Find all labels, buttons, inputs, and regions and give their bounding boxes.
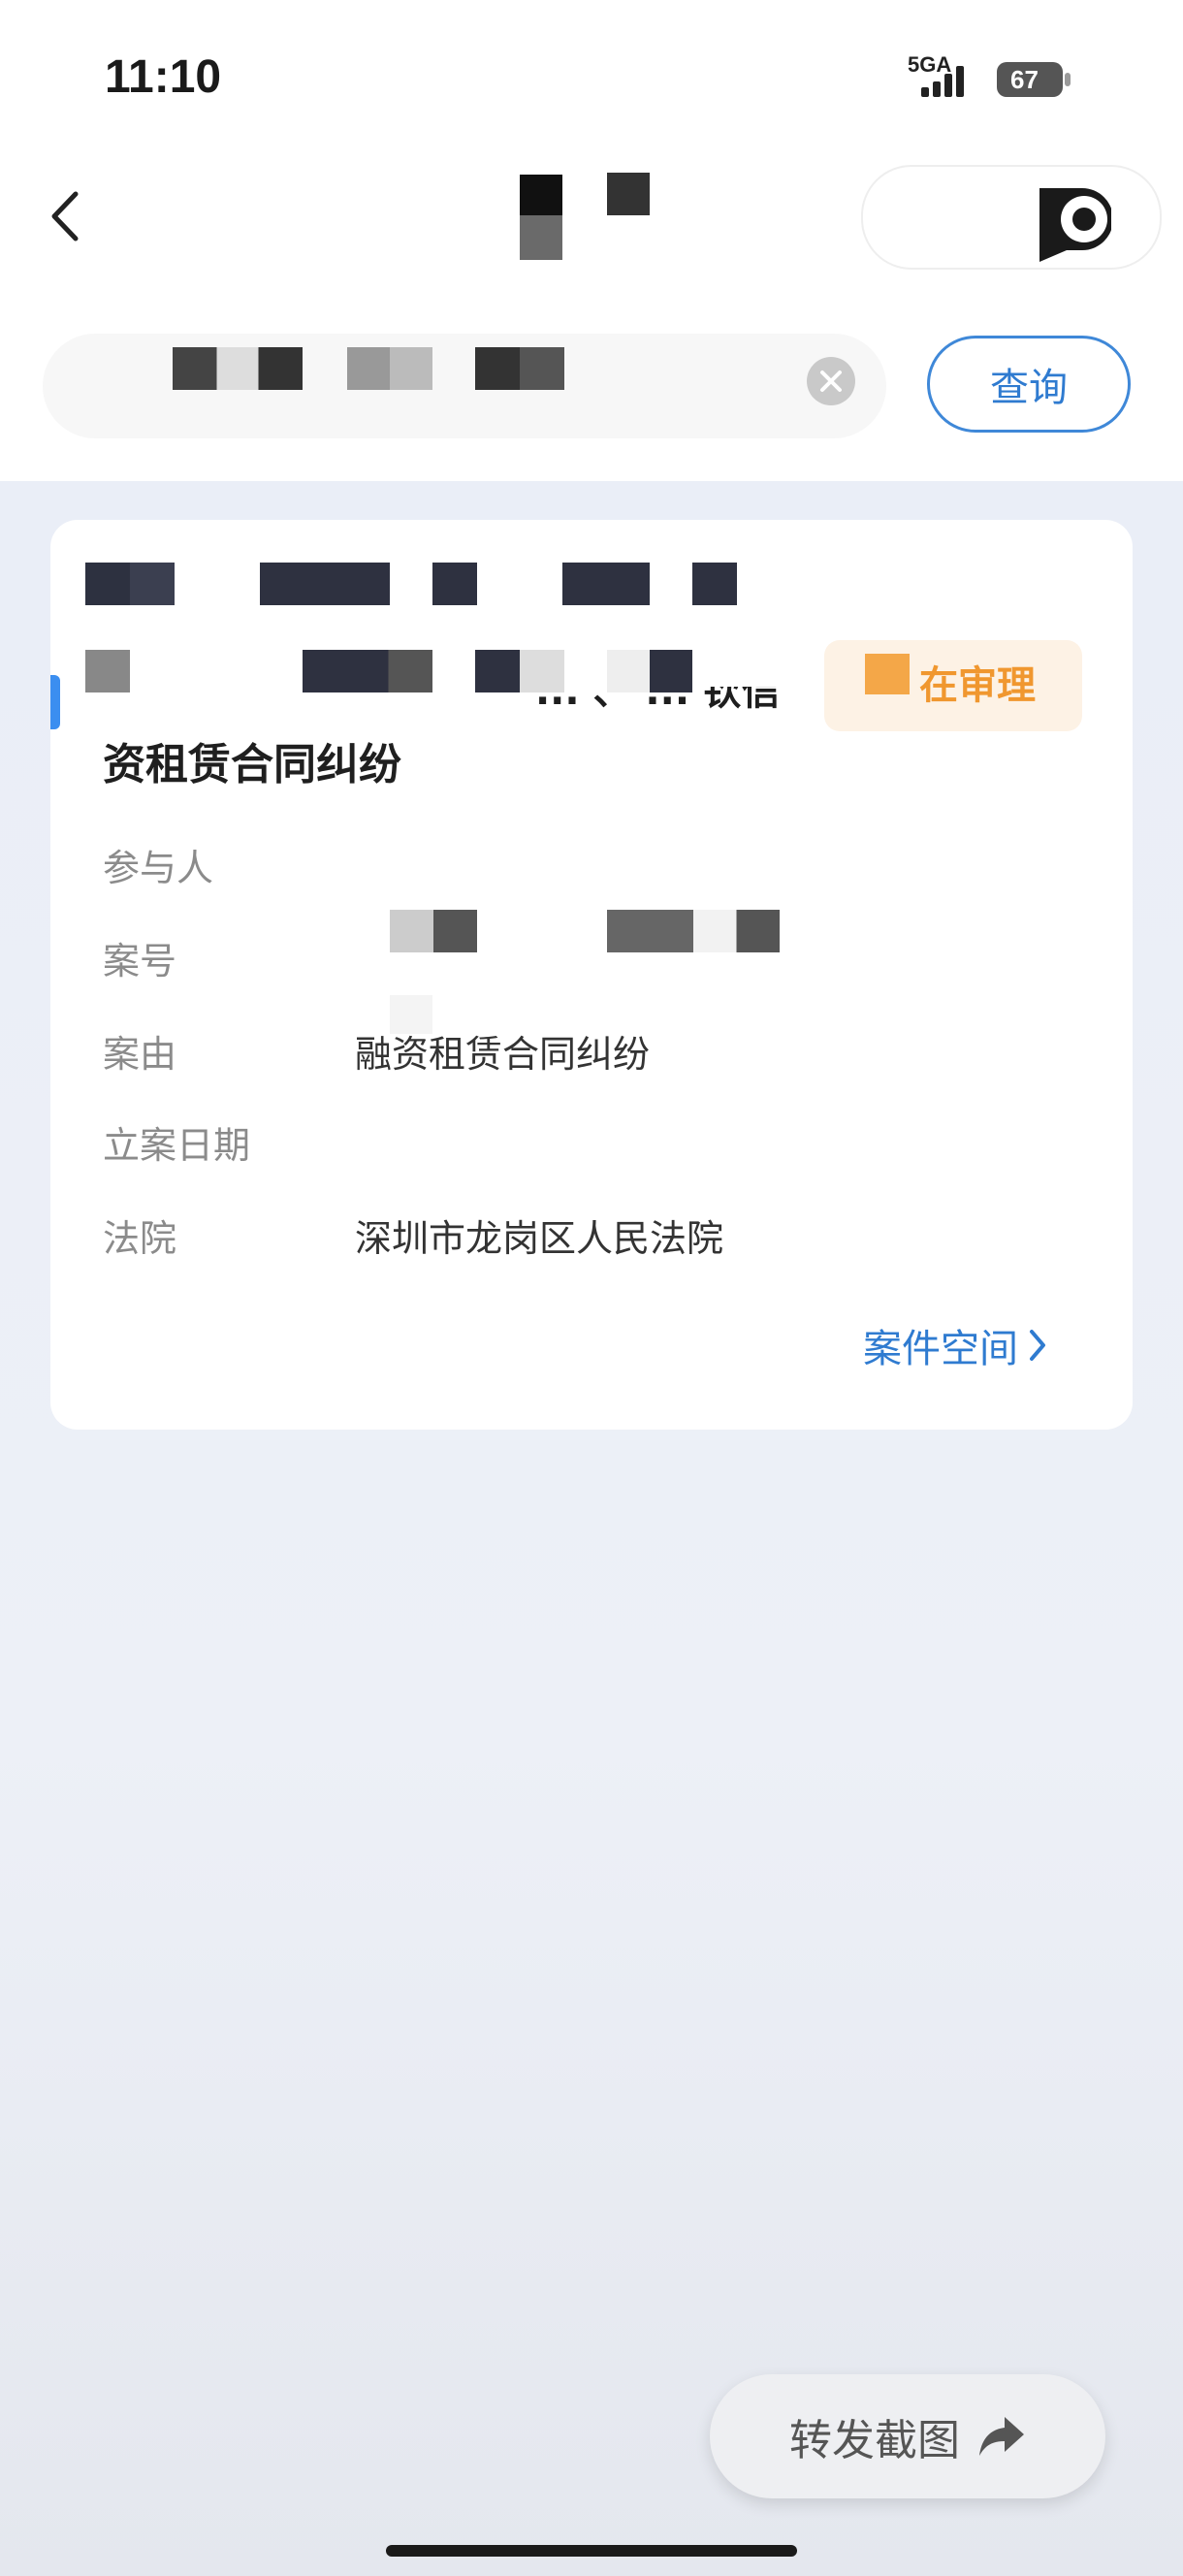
field-label-filing-date: 立案日期 (103, 1124, 251, 1167)
field-value-cause: 融资租赁合同纠纷 (355, 1033, 651, 1076)
title-redacted (520, 175, 562, 217)
field-label-case-number: 案号 (103, 940, 177, 982)
field-label-court: 法院 (103, 1217, 177, 1260)
share-screenshot-button[interactable]: 转发截图 (710, 2374, 1105, 2498)
search-text-redacted-3 (475, 347, 564, 390)
search-text-redacted-2 (347, 347, 432, 390)
logo-icon (1039, 188, 1111, 262)
clear-icon[interactable] (807, 357, 855, 405)
title-redacted-3 (607, 173, 650, 215)
case-space-link[interactable]: 案件空间 (863, 1317, 1049, 1373)
parties-redacted-9 (607, 650, 692, 692)
status-badge-marker (865, 654, 910, 694)
share-label: 转发截图 (789, 2416, 960, 2465)
title-redacted-2 (520, 215, 562, 260)
status-time: 11:10 (105, 51, 222, 103)
status-badge-text: 在审理 (919, 663, 1036, 708)
parties-redacted-7 (303, 650, 432, 692)
signal-icon (921, 66, 964, 97)
forward-arrow-icon (979, 2417, 1024, 2456)
case-space-label: 案件空间 (863, 1327, 1018, 1371)
case-number-redacted (390, 910, 477, 952)
parties-redacted-3 (432, 563, 477, 605)
field-label-participants: 参与人 (103, 847, 214, 889)
home-indicator (386, 2545, 797, 2557)
case-number-redacted-2 (607, 910, 780, 952)
back-icon[interactable] (47, 190, 85, 242)
clear-x-shape (820, 370, 842, 392)
battery-icon: 67 (997, 60, 1072, 99)
parties-redacted-6 (85, 650, 130, 692)
search-text-redacted (173, 347, 303, 390)
parties-redacted-5 (692, 563, 737, 605)
mini-program-capsule[interactable] (861, 165, 1162, 270)
chevron-right-icon (1030, 1330, 1045, 1361)
parties-redacted-8 (475, 650, 564, 692)
card-accent-marker (50, 675, 60, 729)
search-input[interactable] (43, 334, 886, 438)
battery-level: 67 (1010, 65, 1039, 94)
parties-redacted (85, 563, 175, 605)
field-value-court: 深圳市龙岗区人民法院 (355, 1217, 724, 1260)
query-button[interactable]: 查询 (927, 336, 1131, 433)
parties-redacted-2 (260, 563, 390, 605)
case-title: 资租赁合同纠纷 (103, 740, 401, 789)
field-label-cause: 案由 (103, 1033, 177, 1076)
parties-redacted-4 (562, 563, 650, 605)
